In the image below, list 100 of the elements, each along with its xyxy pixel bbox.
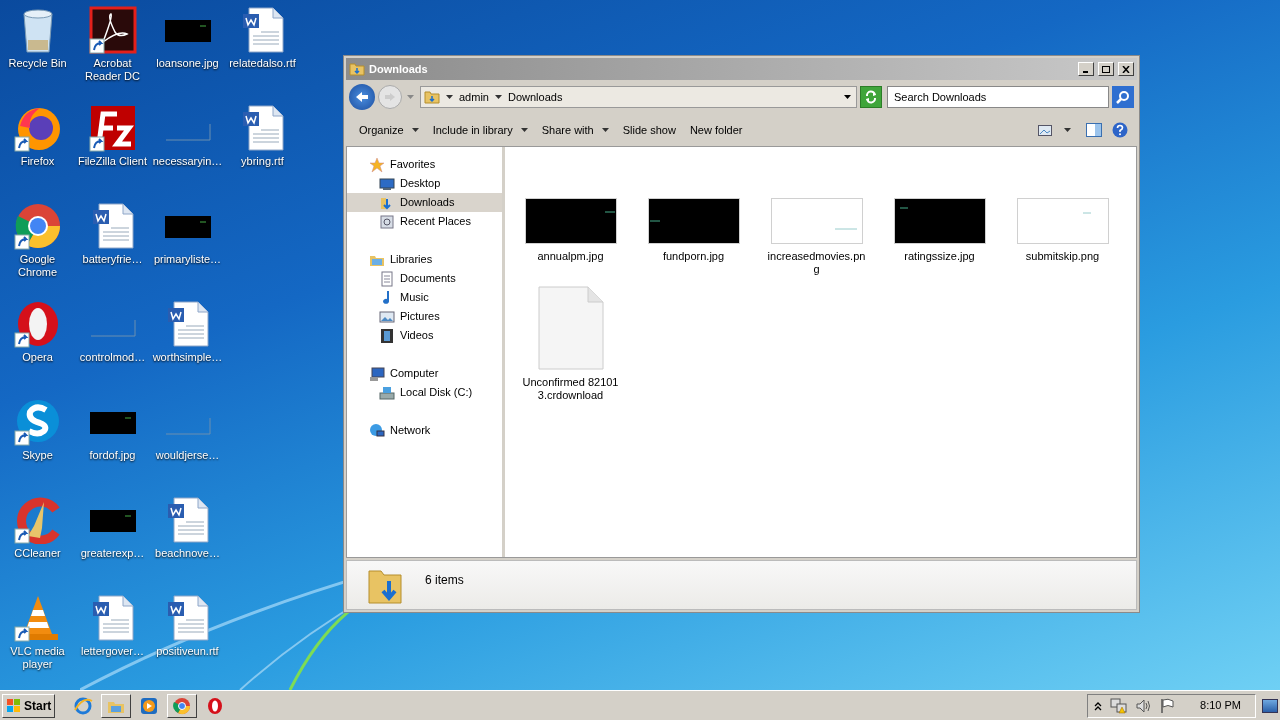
nav-item[interactable]: Network	[347, 421, 502, 440]
caret-icon	[520, 128, 528, 132]
film-strip-icon	[379, 327, 395, 344]
desktop-shortcut[interactable]: Opera	[0, 294, 75, 392]
caret-icon	[843, 95, 851, 99]
desktop-shortcut[interactable]: wouldjerse…	[150, 392, 225, 490]
breadcrumb-item[interactable]: admin	[459, 88, 489, 106]
file-item[interactable]: submitskip.png	[1001, 150, 1124, 276]
help-icon	[1112, 122, 1128, 138]
nav-item[interactable]: Music	[347, 288, 502, 307]
desktop-shortcut[interactable]: beachnove…	[150, 490, 225, 588]
flag-icon[interactable]	[1160, 697, 1177, 714]
caret-icon	[494, 95, 502, 99]
caret-icon	[446, 95, 453, 99]
nav-item[interactable]: Downloads	[347, 193, 502, 212]
clock-folder-icon	[379, 213, 395, 230]
item-count: 6 items	[425, 572, 464, 589]
desktop-shortcut[interactable]: Recycle Bin	[0, 0, 75, 98]
caret-icon	[601, 128, 609, 132]
nav-item[interactable]: Documents	[347, 269, 502, 288]
nav-item[interactable]: Local Disk (C:)	[347, 383, 502, 402]
nav-item[interactable]: Computer	[347, 364, 502, 383]
blank-file-icon	[537, 286, 604, 370]
hard-drive-icon	[379, 384, 395, 401]
chevron-up-icon[interactable]	[1094, 700, 1103, 711]
arrow-right-icon	[384, 92, 396, 102]
nav-item[interactable]: Favorites	[347, 155, 502, 174]
file-item[interactable]: annualpm.jpg	[509, 150, 632, 276]
play-icon	[139, 695, 160, 716]
address-bar[interactable]: admin Downloads	[420, 86, 857, 108]
desktop-shortcut[interactable]: controlmod…	[75, 294, 150, 392]
image-thumbnail-icon	[770, 198, 863, 244]
desktop-shortcut[interactable]: loansone.jpg	[150, 0, 225, 98]
search-icon	[1116, 90, 1130, 104]
refresh-icon	[864, 90, 878, 104]
chrome-icon	[172, 695, 193, 716]
caret-icon	[406, 95, 414, 99]
window-title: Downloads	[369, 61, 429, 77]
folder-icon	[349, 61, 365, 77]
picture-view-icon	[1038, 124, 1052, 136]
toolbar-button[interactable]: Slide show	[615, 118, 683, 142]
arrow-left-icon	[355, 91, 369, 103]
search-field[interactable]: Search Downloads	[887, 86, 1109, 108]
desktop-shortcut[interactable]: ybring.rtf	[225, 98, 300, 196]
maximize-icon	[1102, 65, 1110, 73]
close-button[interactable]	[1118, 62, 1134, 76]
toolbar-button[interactable]: Share with	[534, 118, 616, 142]
image-thumbnail-icon	[524, 198, 617, 244]
nav-item[interactable]: Pictures	[347, 307, 502, 326]
breadcrumb-item[interactable]: Downloads	[507, 88, 563, 106]
show-desktop-button[interactable]	[1262, 698, 1278, 713]
start-button[interactable]: Start	[2, 693, 56, 718]
file-item[interactable]: increasedmovies.png	[755, 150, 878, 276]
refresh-button[interactable]	[860, 86, 882, 108]
desktop-shortcut[interactable]: batteryfrie…	[75, 196, 150, 294]
back-button[interactable]	[349, 84, 375, 110]
image-thumbnail-icon	[1016, 198, 1109, 244]
desktop-shortcut[interactable]: Google Chrome	[0, 196, 75, 294]
caret-icon	[411, 128, 419, 132]
nav-item[interactable]: Recent Places	[347, 212, 502, 231]
monitor-icon	[379, 175, 395, 192]
search-button[interactable]	[1112, 86, 1134, 108]
nav-item[interactable]: Videos	[347, 326, 502, 345]
network-globe-icon	[369, 422, 385, 439]
desktop-shortcut[interactable]: FileZilla Client	[75, 98, 150, 196]
network-icon[interactable]	[1110, 697, 1129, 714]
image-thumbnail-icon	[647, 198, 740, 244]
desktop-shortcut[interactable]: greaterexp…	[75, 490, 150, 588]
desktop-shortcut[interactable]: Skype	[0, 392, 75, 490]
desktop-shortcut[interactable]: Firefox	[0, 98, 75, 196]
desktop-shortcut[interactable]: Acrobat Reader DC	[75, 0, 150, 98]
pane-layout-icon	[1086, 123, 1102, 137]
taskbar-button[interactable]	[101, 693, 132, 718]
desktop-shortcut[interactable]: worthsimple…	[150, 294, 225, 392]
clock[interactable]: 8:10 PM	[1200, 697, 1241, 714]
file-item[interactable]: Unconfirmed 821013.crdownload	[509, 276, 632, 402]
desktop-shortcut[interactable]: necessaryin…	[150, 98, 225, 196]
document-icon	[379, 270, 395, 287]
speaker-icon[interactable]	[1136, 698, 1153, 713]
browser-e-icon	[73, 695, 94, 716]
folder-icon	[424, 89, 440, 105]
desktop-shortcut[interactable]: relatedalso.rtf	[225, 0, 300, 98]
desktop-shortcut[interactable]: CCleaner	[0, 490, 75, 588]
desktop-shortcut[interactable]: primaryliste…	[150, 196, 225, 294]
maximize-button[interactable]	[1098, 62, 1114, 76]
minimize-button[interactable]	[1078, 62, 1094, 76]
desktop-shortcut[interactable]: fordof.jpg	[75, 392, 150, 490]
nav-item[interactable]: Desktop	[347, 174, 502, 193]
close-icon	[1122, 65, 1130, 73]
toolbar-button[interactable]: Include in library	[425, 118, 535, 142]
image-thumbnail-icon	[893, 198, 986, 244]
taskbar-button[interactable]	[167, 693, 198, 718]
file-item[interactable]: fundporn.jpg	[632, 150, 755, 276]
file-item[interactable]: ratingssize.jpg	[878, 150, 1001, 276]
star-icon	[369, 156, 385, 173]
picture-frame-icon	[379, 308, 395, 325]
toolbar-button[interactable]: Organize	[352, 118, 426, 142]
desktop-shortcut[interactable]: VLC media player	[0, 588, 75, 686]
nav-item[interactable]: Libraries	[347, 250, 502, 269]
toolbar-button[interactable]: New folder	[682, 118, 750, 142]
